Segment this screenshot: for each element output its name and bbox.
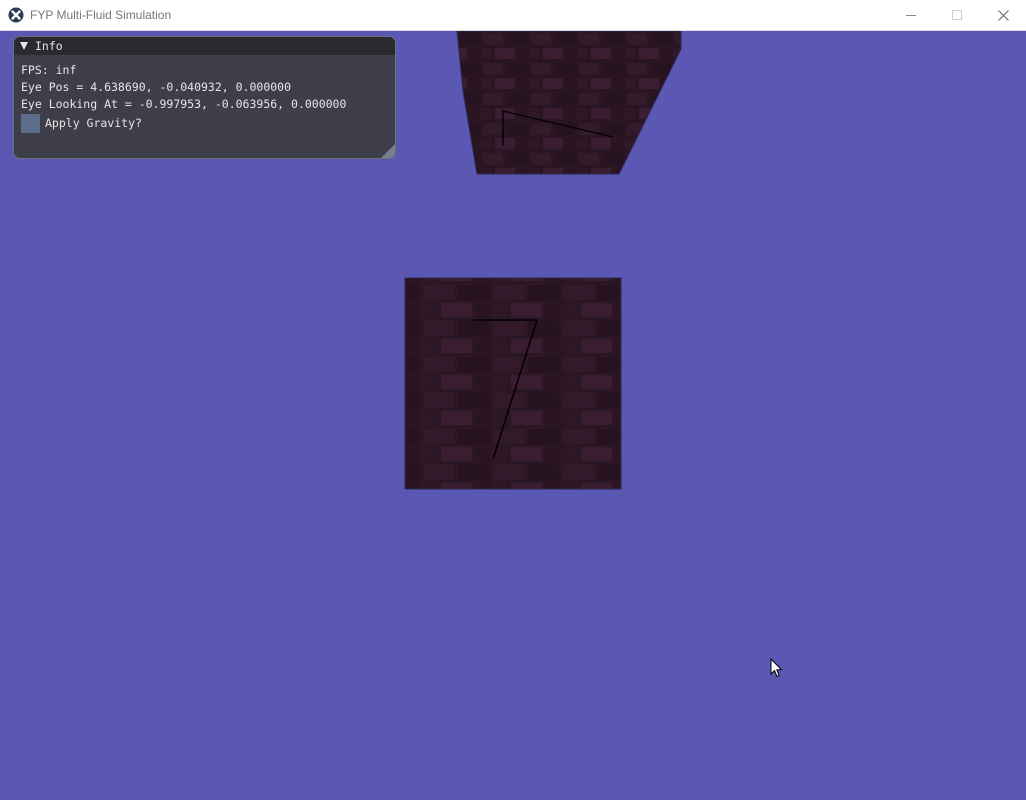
maximize-icon (951, 9, 962, 20)
eye-looking-at-text: Eye Looking At = -0.997953, -0.063956, 0… (21, 97, 347, 111)
brick-block-top (456, 31, 682, 175)
fps-text: FPS: inf (21, 63, 77, 77)
collapse-arrow-icon[interactable] (20, 42, 28, 50)
info-panel-header[interactable]: Info (14, 37, 395, 55)
app-logo-icon (8, 7, 24, 23)
apply-gravity-checkbox[interactable] (21, 114, 40, 133)
minimize-button[interactable] (888, 0, 934, 30)
eye-position-text: Eye Pos = 4.638690, -0.040932, 0.000000 (21, 80, 292, 94)
info-panel[interactable]: Info FPS: inf Eye Pos = 4.638690, -0.040… (13, 36, 396, 159)
title-bar[interactable]: FYP Multi-Fluid Simulation (0, 0, 1026, 31)
minimize-icon (905, 14, 916, 16)
mouse-cursor-icon (770, 658, 783, 678)
close-button[interactable] (980, 0, 1026, 30)
maximize-button[interactable] (934, 0, 980, 30)
resize-grip[interactable] (381, 144, 395, 158)
apply-gravity-label: Apply Gravity? (45, 116, 142, 130)
window-title: FYP Multi-Fluid Simulation (30, 8, 172, 22)
close-icon (997, 9, 1009, 21)
info-panel-title: Info (35, 39, 63, 53)
brick-block-center (404, 277, 622, 490)
